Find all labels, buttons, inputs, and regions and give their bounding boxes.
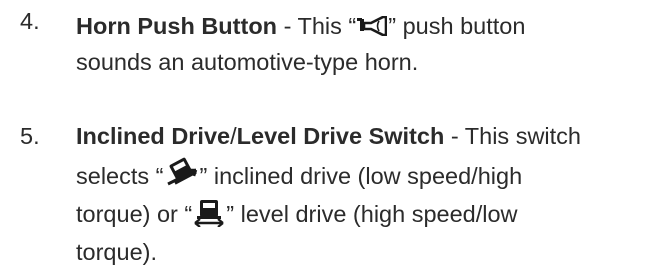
item-title: Horn Push Button	[76, 13, 278, 39]
text-fragment: ” push button	[388, 13, 526, 39]
level-drive-icon	[192, 199, 226, 227]
item-number: 5.	[20, 123, 40, 149]
inclined-drive-icon	[164, 157, 200, 187]
text-fragment: sounds an automotive-type horn.	[76, 49, 419, 75]
text-line: Inclined Drive/Level Drive Switch - This…	[76, 118, 660, 154]
text-fragment: torque).	[76, 239, 157, 265]
item-title: Inclined Drive	[76, 123, 231, 149]
text-fragment: selects “	[76, 163, 164, 189]
item-body: Inclined Drive/Level Drive Switch - This…	[76, 118, 660, 270]
text-fragment: ” inclined drive (low speed/high	[199, 163, 523, 189]
text-line: Horn Push Button - This “ ” push button	[76, 8, 660, 44]
text-line: torque).	[76, 234, 660, 270]
text-fragment: - This “	[283, 13, 357, 39]
text-fragment: ” level drive (high speed/low	[226, 201, 518, 227]
text-line: sounds an automotive-type horn.	[76, 44, 660, 80]
horn-icon	[357, 16, 388, 36]
text-fragment: torque) or “	[76, 201, 193, 227]
item-title: Level Drive Switch	[236, 123, 445, 149]
text-line: torque) or “ ” level drive (high speed/l…	[76, 194, 660, 234]
item-body: Horn Push Button - This “ ” push button …	[76, 8, 660, 80]
item-number: 4.	[20, 8, 40, 34]
text-line: selects “ ” inclined drive (low speed/hi…	[76, 154, 660, 194]
text-fragment: - This switch	[450, 123, 581, 149]
